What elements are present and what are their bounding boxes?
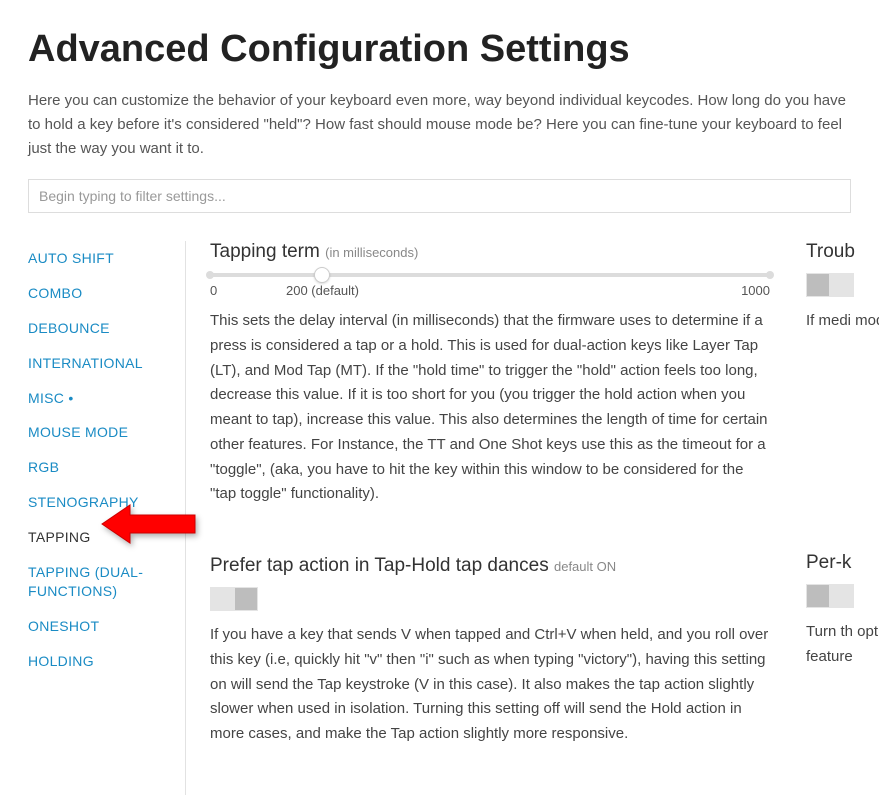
tapping-term-slider[interactable]	[210, 273, 770, 277]
filter-input[interactable]	[28, 179, 851, 213]
slider-thumb[interactable]	[314, 267, 330, 283]
sidebar-item-rgb[interactable]: RGB	[28, 450, 173, 485]
setting-tapping-term: Tapping term (in milliseconds) 0 200 (de…	[210, 241, 770, 507]
sidebar-item-oneshot[interactable]: ONESHOT	[28, 609, 173, 644]
slider-labels: 0 200 (default) 1000	[210, 283, 770, 301]
sidebar-item-mouse-mode[interactable]: MOUSE MODE	[28, 415, 173, 450]
setting-troubleshoot: Troub If medi modifie	[806, 241, 879, 334]
sidebar-item-tapping[interactable]: TAPPING	[28, 520, 173, 555]
setting-title: Troub	[806, 241, 879, 263]
sidebar-item-stenography[interactable]: STENOGRAPHY	[28, 485, 173, 520]
per-key-toggle[interactable]	[806, 584, 854, 608]
prefer-tap-toggle[interactable]	[210, 587, 258, 611]
setting-title-text: Tapping term	[210, 241, 320, 262]
setting-title: Prefer tap action in Tap-Hold tap dances…	[210, 555, 770, 577]
setting-title: Per-k	[806, 552, 879, 574]
setting-per-key: Per-k Turn th option you're combin featu…	[806, 552, 879, 670]
sidebar-item-misc[interactable]: MISC •	[28, 381, 173, 416]
setting-title-text: Per-k	[806, 552, 851, 573]
setting-desc: If you have a key that sends V when tapp…	[210, 623, 770, 747]
troubleshoot-toggle[interactable]	[806, 273, 854, 297]
page-title: Advanced Configuration Settings	[28, 28, 851, 71]
setting-prefer-tap: Prefer tap action in Tap-Hold tap dances…	[210, 555, 770, 747]
setting-title: Tapping term (in milliseconds)	[210, 241, 770, 263]
setting-title-hint: default ON	[554, 559, 616, 574]
setting-desc: Turn th option you're combin feature	[806, 620, 879, 670]
slider-min-label: 0	[210, 283, 217, 298]
sidebar-item-international[interactable]: INTERNATIONAL	[28, 346, 173, 381]
setting-desc: If medi modifie	[806, 309, 879, 334]
settings-sidebar: AUTO SHIFT COMBO DEBOUNCE INTERNATIONAL …	[28, 241, 186, 795]
setting-title-text: Troub	[806, 241, 855, 262]
sidebar-item-debounce[interactable]: DEBOUNCE	[28, 311, 173, 346]
page-intro: Here you can customize the behavior of y…	[28, 89, 851, 161]
sidebar-item-tapping-dual[interactable]: TAPPING (DUAL-FUNCTIONS)	[28, 555, 173, 609]
slider-max-label: 1000	[741, 283, 770, 298]
sidebar-item-combo[interactable]: COMBO	[28, 276, 173, 311]
setting-title-hint: (in milliseconds)	[325, 245, 418, 260]
sidebar-item-holding[interactable]: HOLDING	[28, 644, 173, 679]
setting-title-text: Prefer tap action in Tap-Hold tap dances	[210, 555, 549, 576]
slider-default-label: 200 (default)	[286, 283, 359, 298]
sidebar-item-auto-shift[interactable]: AUTO SHIFT	[28, 241, 173, 276]
setting-desc: This sets the delay interval (in millise…	[210, 309, 770, 507]
